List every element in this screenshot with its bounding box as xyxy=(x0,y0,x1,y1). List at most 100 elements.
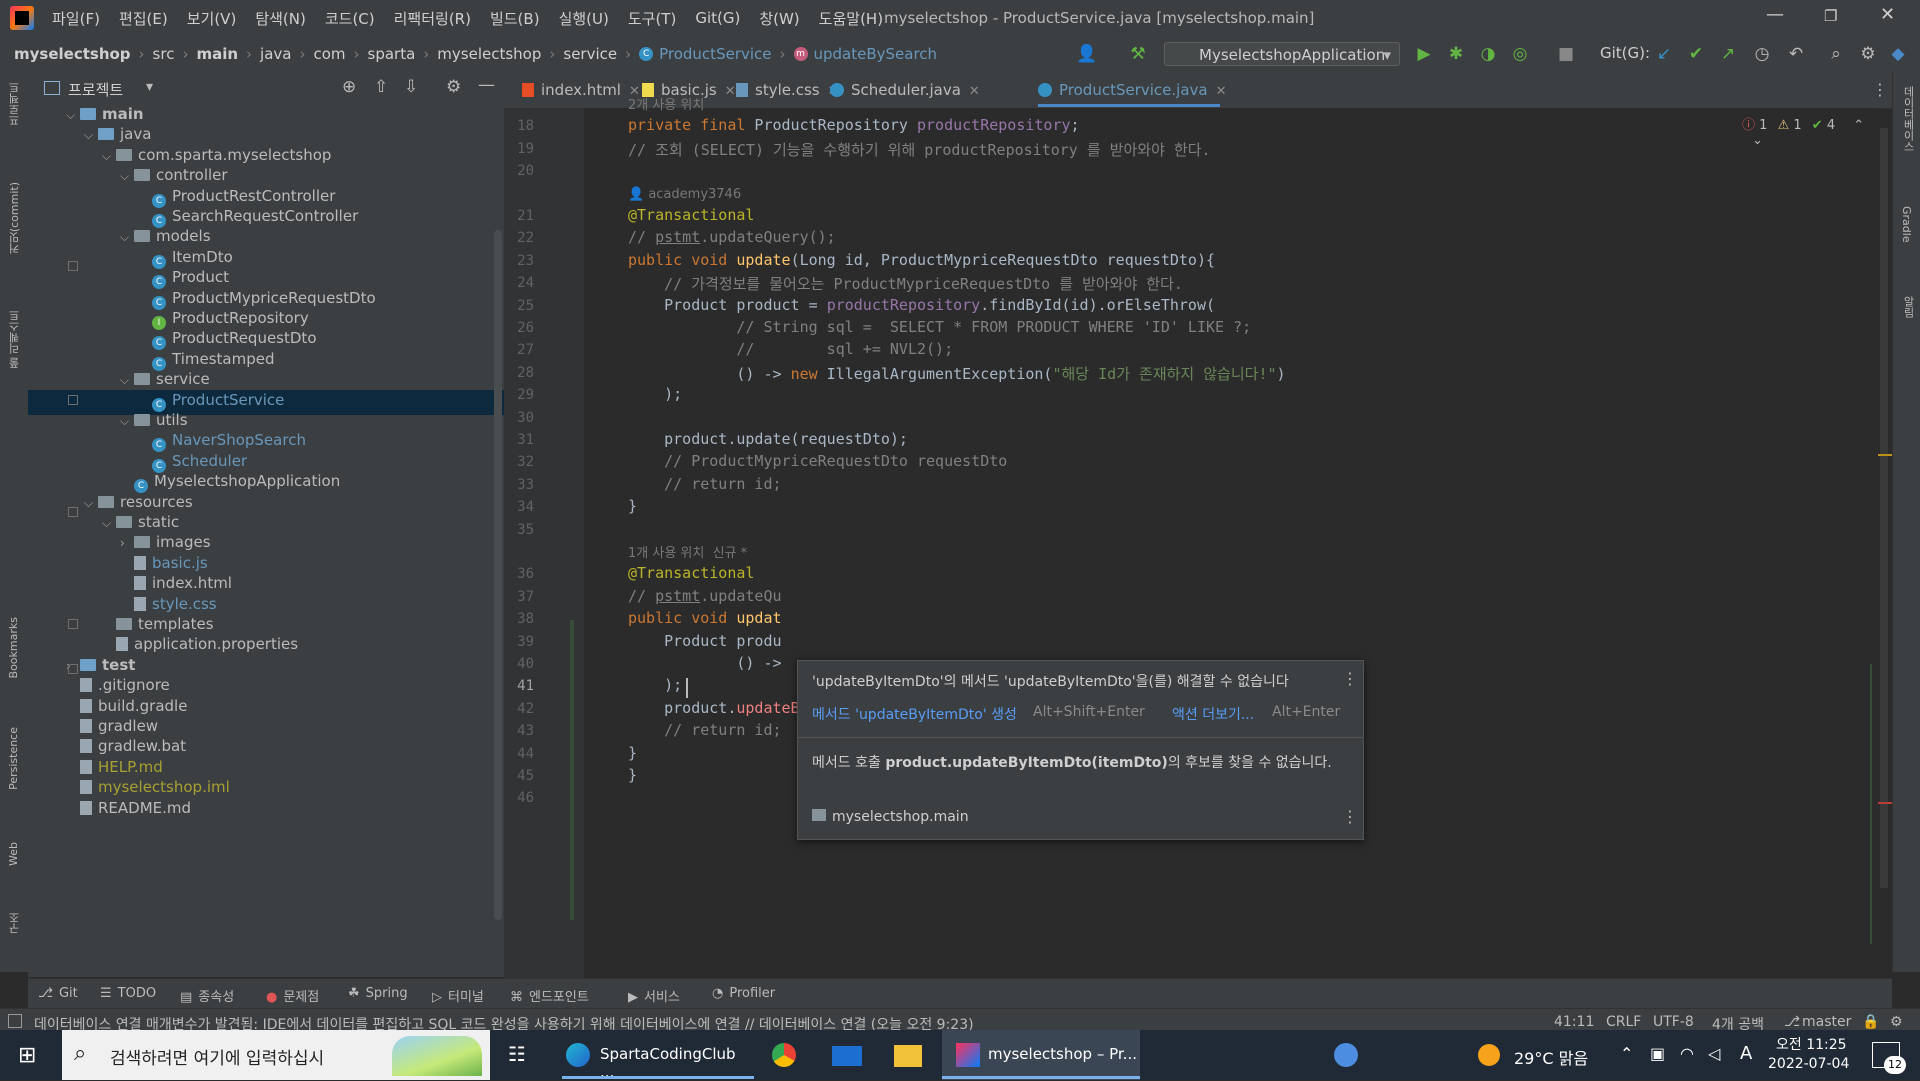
file-encoding[interactable]: UTF-8 xyxy=(1653,1014,1694,1030)
line-number[interactable]: 45 xyxy=(504,768,534,784)
volume-icon[interactable]: ◁ xyxy=(1708,1044,1720,1063)
locate-file-icon[interactable]: ⊕ xyxy=(342,77,356,97)
expand-arrow-icon[interactable]: ⌵ xyxy=(120,225,134,250)
breadcrumb-class[interactable]: ProductService xyxy=(659,45,771,63)
previous-highlight-icon[interactable]: ⌃ xyxy=(1853,118,1864,133)
run-icon[interactable]: ▶ xyxy=(1414,44,1434,64)
line-number[interactable]: 38 xyxy=(504,611,534,627)
line-number[interactable]: 44 xyxy=(504,746,534,762)
code-line[interactable]: ); xyxy=(628,676,682,694)
line-number[interactable]: 18 xyxy=(504,118,534,134)
user-icon[interactable]: 👤 xyxy=(1076,44,1097,64)
code-line[interactable]: () -> new IllegalArgumentException("해당 I… xyxy=(628,363,1285,384)
fold-marker-icon[interactable] xyxy=(68,395,78,406)
tool-tab[interactable]: ▷ 터미널 xyxy=(432,986,484,1005)
mail-icon[interactable] xyxy=(832,1046,862,1066)
hide-panel-icon[interactable]: — xyxy=(478,75,495,95)
line-number[interactable]: 21 xyxy=(504,208,534,224)
line-number[interactable]: 36 xyxy=(504,566,534,582)
project-tool-tab[interactable]: 프로젝트 xyxy=(7,82,23,126)
menu-item[interactable]: 파일(F) xyxy=(52,8,100,29)
code-line[interactable]: public void update(Long id, ProductMypri… xyxy=(628,251,1215,269)
debug-icon[interactable]: ✱ xyxy=(1446,44,1466,64)
fold-marker-icon[interactable] xyxy=(68,507,78,518)
code-line[interactable]: @Transactional xyxy=(628,206,754,224)
weather-text[interactable]: 29°C 맑음 xyxy=(1514,1045,1588,1069)
code-line[interactable]: () -> xyxy=(628,654,781,672)
breadcrumb-item[interactable]: java xyxy=(260,45,291,63)
expand-arrow-icon[interactable]: ⌵ xyxy=(84,123,98,148)
run-configuration-select[interactable]: MyselectshopApplication ▾ xyxy=(1164,42,1400,66)
weather-sun-icon[interactable] xyxy=(1478,1044,1500,1066)
editor-scrollbar[interactable] xyxy=(1880,128,1888,888)
more-tabs-icon[interactable]: ⋮ xyxy=(1872,80,1888,99)
fold-marker-icon[interactable] xyxy=(68,619,78,630)
tool-tab[interactable]: ⎇ Git xyxy=(38,986,78,1001)
chrome-icon[interactable] xyxy=(772,1043,796,1067)
line-number[interactable]: 28 xyxy=(504,365,534,381)
line-number[interactable]: 34 xyxy=(504,499,534,515)
database-tool-tab[interactable]: 데이터베이스 xyxy=(1900,86,1916,152)
menu-item[interactable]: 빌드(B) xyxy=(490,8,540,29)
tool-tab[interactable]: ▤ 종속성 xyxy=(180,986,234,1005)
clock-time[interactable]: 오전 11:25 xyxy=(1776,1034,1847,1054)
line-number[interactable]: 22 xyxy=(504,230,534,246)
breadcrumb-item[interactable]: src xyxy=(153,45,175,63)
breadcrumb-item[interactable]: sparta xyxy=(368,45,416,63)
expand-arrow-icon[interactable]: ⌵ xyxy=(120,164,134,189)
code-line[interactable]: // 조회 (SELECT) 기능을 수행하기 위해 productReposi… xyxy=(628,139,1211,160)
line-number[interactable]: 19 xyxy=(504,141,534,157)
line-number[interactable]: 24 xyxy=(504,275,534,291)
breadcrumb-item[interactable]: com xyxy=(313,45,345,63)
view-dropdown-icon[interactable]: ▾ xyxy=(146,79,153,95)
gradle-tool-tab[interactable]: Gradle xyxy=(1900,206,1913,243)
web-tool-tab[interactable]: Web xyxy=(7,842,20,866)
line-number[interactable]: 31 xyxy=(504,432,534,448)
code-line[interactable]: // pstmt.updateQu xyxy=(628,587,782,605)
breadcrumb-item[interactable]: myselectshop xyxy=(437,45,541,63)
profile-icon[interactable]: ◎ xyxy=(1510,44,1530,64)
minimize-icon[interactable]: — xyxy=(1766,4,1784,25)
editor-tab[interactable]: index.html ✕ xyxy=(522,72,640,108)
notifications-tool-tab[interactable]: 알림 xyxy=(1900,296,1916,318)
restore-icon[interactable]: ❐ xyxy=(1824,7,1837,25)
taskbar-app-intellij[interactable]: myselectshop – Pr... xyxy=(942,1030,1140,1080)
line-separator[interactable]: CRLF xyxy=(1606,1014,1641,1030)
code-line[interactable]: // return id; xyxy=(628,721,781,739)
project-scrollbar[interactable] xyxy=(494,230,502,920)
memory-icon[interactable]: ⚙ xyxy=(1890,1014,1903,1030)
line-number[interactable]: 39 xyxy=(504,634,534,650)
close-tab-icon[interactable]: ✕ xyxy=(725,84,736,99)
code-line[interactable]: Product produ xyxy=(628,632,781,650)
close-tab-icon[interactable]: ✕ xyxy=(1216,84,1227,99)
intellij-logo-icon[interactable] xyxy=(10,6,34,30)
help-icon[interactable] xyxy=(1334,1043,1358,1067)
lock-icon[interactable]: 🔒 xyxy=(1862,1014,1879,1030)
code-line[interactable]: @Transactional xyxy=(628,564,754,582)
project-panel-title[interactable]: 프로젝트 xyxy=(68,79,123,100)
git-commit-icon[interactable]: ✔ xyxy=(1686,44,1706,64)
line-number[interactable]: 29 xyxy=(504,387,534,403)
coverage-icon[interactable]: ◑ xyxy=(1478,44,1498,64)
task-view-icon[interactable]: ☷ xyxy=(508,1042,526,1066)
menu-item[interactable]: Git(G) xyxy=(695,9,740,27)
expand-all-icon[interactable]: ⇧ xyxy=(374,77,388,97)
line-number[interactable]: 33 xyxy=(504,477,534,493)
menu-item[interactable]: 보기(V) xyxy=(187,8,237,29)
line-number[interactable]: 20 xyxy=(504,163,534,179)
tray-chevron-icon[interactable]: ⌃ xyxy=(1620,1044,1633,1063)
line-number[interactable]: 41 xyxy=(504,678,534,694)
breadcrumb-item[interactable]: service xyxy=(563,45,617,63)
create-method-action[interactable]: 메서드 'updateByItemDto' 생성 xyxy=(812,704,1017,724)
close-icon[interactable]: ✕ xyxy=(1880,4,1895,25)
network-icon[interactable]: ▣ xyxy=(1650,1044,1665,1063)
code-editor[interactable]: ⓘ 1 ⚠ 1 ✔ 4 ⌃ ⌄ 2개 사용 위치 private final Pr… xyxy=(584,98,1892,978)
code-line[interactable]: // ProductMypriceRequestDto requestDto xyxy=(628,452,1007,470)
tool-tab[interactable]: ☰ TODO xyxy=(100,986,156,1001)
gear-icon[interactable]: ⚙ xyxy=(446,77,461,97)
line-number[interactable]: 26 xyxy=(504,320,534,336)
editor-tab[interactable]: ProductService.java ✕ xyxy=(1038,72,1227,108)
code-line[interactable]: 1개 사용 위치 신규 * xyxy=(628,542,747,561)
wifi-icon[interactable]: ◠ xyxy=(1680,1044,1694,1063)
bookmarks-tool-tab[interactable]: Bookmarks xyxy=(7,617,20,678)
